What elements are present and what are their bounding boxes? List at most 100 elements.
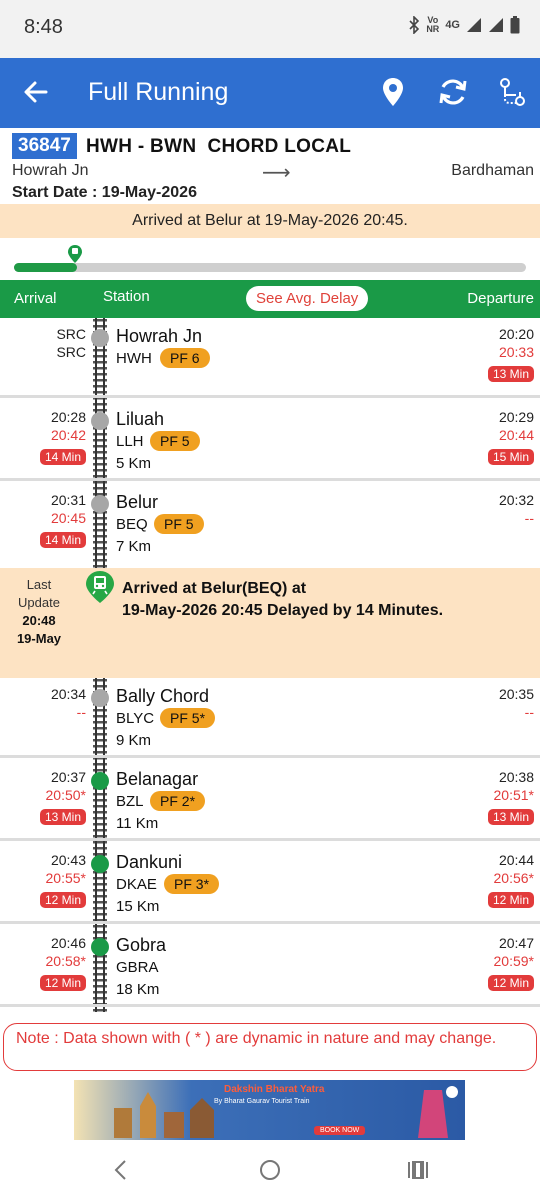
last-update-label: Last Update 20:48 19-May bbox=[16, 577, 62, 646]
last-update-panel: Last Update 20:48 19-May Arrived at Belu… bbox=[0, 568, 540, 678]
refresh-icon[interactable] bbox=[436, 75, 470, 109]
battery-icon bbox=[510, 16, 520, 34]
actual-arrival: -- bbox=[76, 704, 86, 720]
station-dot bbox=[91, 772, 109, 790]
arrival-delay-badge: 14 Min bbox=[39, 449, 86, 465]
system-navigation-bar bbox=[0, 1141, 540, 1199]
book-now-button[interactable]: BOOK NOW bbox=[314, 1126, 366, 1135]
scheduled-departure: 20:29 bbox=[498, 409, 534, 425]
actual-departure: -- bbox=[524, 510, 534, 526]
origin-station: Howrah Jn bbox=[12, 162, 89, 179]
temple-image-icon bbox=[114, 1092, 214, 1138]
scheduled-arrival: 20:28 bbox=[50, 409, 86, 425]
platform-badge: PF 6 bbox=[160, 348, 210, 368]
actual-arrival: 20:45 bbox=[50, 510, 86, 526]
station-name: Belur bbox=[116, 492, 159, 512]
station-code: LLH bbox=[116, 433, 144, 450]
current-train-icon bbox=[86, 571, 114, 603]
departure-delay-badge: 12 Min bbox=[487, 975, 534, 991]
station-dot bbox=[91, 855, 109, 873]
actual-departure: 20:59* bbox=[493, 953, 534, 969]
station-name: Gobra bbox=[116, 935, 167, 955]
station-row-dankuni[interactable]: 20:43 20:55* 12 Min 20:44 20:56* 12 Min … bbox=[0, 844, 540, 924]
station-dot bbox=[91, 329, 109, 347]
location-pin-icon[interactable] bbox=[376, 75, 410, 109]
station-name: Belanagar bbox=[116, 769, 199, 789]
station-dot bbox=[91, 495, 109, 513]
actual-departure: 20:44 bbox=[498, 427, 534, 443]
destination-station: Bardhaman bbox=[451, 162, 534, 179]
station-row-bally-chord[interactable]: 20:34 -- 20:35 -- Bally Chord BLYC PF 5*… bbox=[0, 678, 540, 758]
network-type-label: 4G bbox=[445, 19, 460, 31]
station-dot bbox=[91, 412, 109, 430]
start-date: Start Date : 19-May-2026 bbox=[12, 184, 197, 201]
advertisement-banner[interactable]: Dakshin Bharat Yatra By Bharat Gaurav To… bbox=[74, 1080, 465, 1140]
back-nav-icon[interactable] bbox=[108, 1157, 134, 1183]
train-marker-icon bbox=[68, 245, 83, 263]
station-distance: 7 Km bbox=[116, 538, 152, 555]
station-row-belanagar[interactable]: 20:37 20:50* 13 Min 20:38 20:51* 13 Min … bbox=[0, 761, 540, 841]
route-icon[interactable] bbox=[496, 75, 530, 109]
train-number: 36847 bbox=[12, 133, 77, 159]
arrival-delay-badge: 12 Min bbox=[39, 975, 86, 991]
station-distance: 18 Km bbox=[116, 981, 160, 998]
scheduled-departure: 20:44 bbox=[498, 852, 534, 868]
station-code: HWH bbox=[116, 350, 152, 367]
departure-delay-badge: 13 Min bbox=[487, 809, 534, 825]
station-dot bbox=[91, 689, 109, 707]
station-distance: 15 Km bbox=[116, 898, 160, 915]
station-row-liluah[interactable]: 20:28 20:42 14 Min 20:29 20:44 15 Min Li… bbox=[0, 401, 540, 481]
train-header: 36847 HWH - BWN CHORD LOCAL Howrah Jn ⟶ … bbox=[0, 128, 540, 204]
arrival-delay-badge: 13 Min bbox=[39, 809, 86, 825]
status-bar: 8:48 Vo NR 4G bbox=[0, 0, 540, 58]
scheduled-departure: 20:38 bbox=[498, 769, 534, 785]
scheduled-departure: 20:32 bbox=[498, 492, 534, 508]
recent-apps-nav-icon[interactable] bbox=[404, 1157, 430, 1183]
station-row-gobra[interactable]: 20:46 20:58* 12 Min 20:47 20:59* 12 Min … bbox=[0, 927, 540, 1007]
station-column-header: Station bbox=[103, 288, 150, 305]
scheduled-arrival: 20:37 bbox=[50, 769, 86, 785]
station-distance: 5 Km bbox=[116, 455, 152, 472]
signal-icon bbox=[467, 18, 481, 32]
departure-delay-badge: 12 Min bbox=[487, 892, 534, 908]
dynamic-data-note: Note : Data shown with ( * ) are dynamic… bbox=[3, 1023, 537, 1071]
scheduled-arrival: 20:43 bbox=[50, 852, 86, 868]
station-code: BZL bbox=[116, 793, 144, 810]
actual-arrival: 20:58* bbox=[45, 953, 86, 969]
ad-subtitle: By Bharat Gaurav Tourist Train bbox=[214, 1098, 310, 1105]
last-update-message: Arrived at Belur(BEQ) at 19-May-2026 20:… bbox=[122, 580, 444, 619]
arrival-delay-badge: 14 Min bbox=[39, 532, 86, 548]
actual-departure: 20:56* bbox=[493, 870, 534, 886]
station-name: Dankuni bbox=[116, 852, 183, 872]
station-code: BEQ bbox=[116, 516, 148, 533]
scheduled-arrival: 20:31 bbox=[50, 492, 86, 508]
signal-icon bbox=[489, 18, 503, 32]
station-name: Bally Chord bbox=[116, 686, 210, 706]
scheduled-arrival: 20:46 bbox=[50, 935, 86, 951]
station-name: Howrah Jn bbox=[116, 326, 203, 346]
platform-badge: PF 2* bbox=[150, 791, 206, 811]
back-arrow-icon[interactable] bbox=[20, 76, 52, 108]
scheduled-departure: 20:47 bbox=[498, 935, 534, 951]
volte-label: Vo NR bbox=[426, 15, 440, 34]
departure-column-header: Departure bbox=[467, 290, 534, 307]
arrival-delay-badge: 12 Min bbox=[39, 892, 86, 908]
progress-fill bbox=[14, 263, 78, 272]
station-list[interactable]: SRC SRC 20:20 20:33 13 Min Howrah Jn HWH… bbox=[0, 318, 540, 1012]
station-row-belur[interactable]: 20:31 20:45 14 Min 20:32 -- Belur BEQ PF… bbox=[0, 484, 540, 568]
home-nav-icon[interactable] bbox=[257, 1157, 283, 1183]
station-row-howrah[interactable]: SRC SRC 20:20 20:33 13 Min Howrah Jn HWH… bbox=[0, 318, 540, 398]
scheduled-departure: 20:35 bbox=[498, 686, 534, 702]
arrival-column-header: Arrival bbox=[14, 290, 57, 307]
scheduled-arrival: 20:34 bbox=[50, 686, 86, 702]
platform-badge: PF 5 bbox=[150, 431, 200, 451]
route-arrow-icon: ⟶ bbox=[262, 162, 291, 184]
timetable-header: Arrival Station See Avg. Delay Departure bbox=[0, 280, 540, 318]
station-code: BLYC bbox=[116, 710, 155, 727]
arrival-status-banner: Arrived at Belur at 19-May-2026 20:45. bbox=[0, 204, 540, 238]
departure-delay-badge: 15 Min bbox=[487, 449, 534, 465]
actual-arrival: 20:50* bbox=[45, 787, 86, 803]
bluetooth-icon bbox=[409, 16, 420, 34]
station-code: GBRA bbox=[116, 959, 159, 976]
see-avg-delay-button[interactable]: See Avg. Delay bbox=[246, 286, 369, 311]
